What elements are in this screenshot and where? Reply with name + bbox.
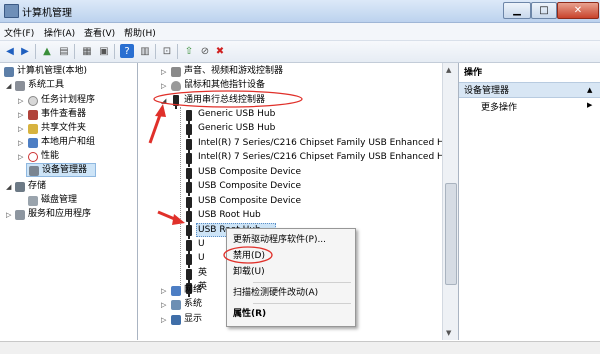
highlight-ellipse-disable [223,246,273,264]
status-bar [0,341,600,354]
annotation-overlay [148,90,303,264]
red-arrow-up-head [155,104,166,117]
highlight-ellipse-usb-controller [153,90,303,108]
red-arrow-up [148,111,163,144]
red-arrow-right-head [172,214,185,225]
